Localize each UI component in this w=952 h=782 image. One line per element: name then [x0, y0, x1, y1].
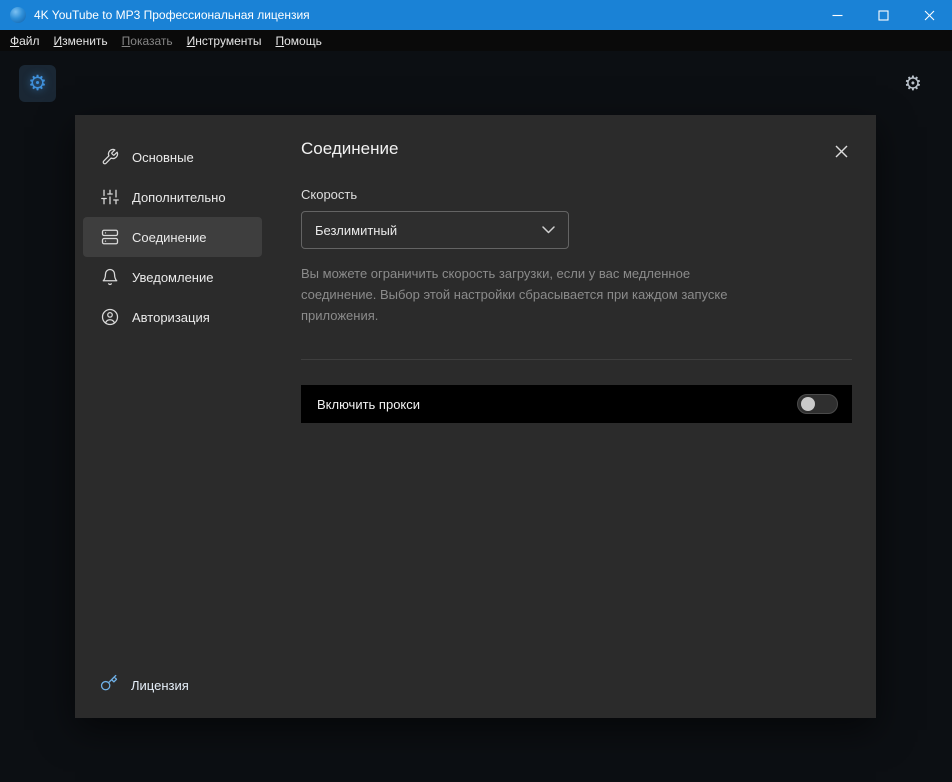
- dialog-close-button[interactable]: [832, 142, 850, 160]
- menu-help[interactable]: Помощь: [269, 32, 329, 50]
- menu-view: Показать: [115, 32, 180, 50]
- sidebar-label-advanced: Дополнительно: [132, 190, 226, 205]
- menu-edit[interactable]: Изменить: [47, 32, 115, 50]
- sidebar-label-license: Лицензия: [131, 678, 189, 693]
- app-logo: ⚙: [19, 65, 56, 102]
- close-icon: [924, 10, 935, 21]
- key-icon: [100, 674, 118, 697]
- settings-panel: Соединение Скорость Безлимитный Вы может…: [276, 115, 876, 718]
- titlebar[interactable]: 4K YouTube to MP3 Профессиональная лицен…: [0, 0, 952, 30]
- app-window: 4K YouTube to MP3 Профессиональная лицен…: [0, 0, 952, 782]
- app-logo-gear-icon: ⚙: [28, 73, 47, 94]
- close-button[interactable]: [906, 0, 952, 30]
- connection-icon: [100, 228, 119, 247]
- dialog-close-icon: [835, 145, 848, 158]
- window-controls: [814, 0, 952, 30]
- sidebar-item-general[interactable]: Основные: [83, 137, 262, 177]
- minimize-icon: [832, 10, 843, 21]
- chevron-down-icon: [542, 226, 555, 234]
- person-icon: [100, 308, 119, 327]
- proxy-toggle[interactable]: [797, 394, 838, 414]
- minimize-button[interactable]: [814, 0, 860, 30]
- settings-button[interactable]: ⚙: [899, 70, 927, 98]
- wrench-icon: [100, 148, 119, 167]
- section-divider: [301, 359, 852, 360]
- speed-label: Скорость: [301, 187, 852, 202]
- sliders-icon: [100, 188, 119, 207]
- menubar: Файл Изменить Показать Инструменты Помощ…: [0, 30, 952, 51]
- panel-header: Соединение: [301, 139, 852, 160]
- window-title: 4K YouTube to MP3 Профессиональная лицен…: [34, 8, 310, 22]
- menu-file[interactable]: Файл: [3, 32, 47, 50]
- menu-tools[interactable]: Инструменты: [180, 32, 269, 50]
- sidebar-label-notifications: Уведомление: [132, 270, 213, 285]
- proxy-row: Включить прокси: [301, 385, 852, 423]
- sidebar-label-connection: Соединение: [132, 230, 207, 245]
- sidebar-item-advanced[interactable]: Дополнительно: [83, 177, 262, 217]
- bell-icon: [100, 268, 119, 287]
- sidebar-item-license[interactable]: Лицензия: [83, 665, 189, 705]
- panel-title: Соединение: [301, 139, 398, 159]
- maximize-button[interactable]: [860, 0, 906, 30]
- maximize-icon: [878, 10, 889, 21]
- sidebar-label-authorization: Авторизация: [132, 310, 210, 325]
- sidebar-label-general: Основные: [132, 150, 194, 165]
- proxy-toggle-knob: [801, 397, 815, 411]
- app-icon: [10, 7, 26, 23]
- speed-description: Вы можете ограничить скорость загрузки, …: [301, 263, 751, 326]
- settings-dialog: Основные Дополнительно Соединение: [75, 115, 876, 718]
- speed-dropdown-value: Безлимитный: [315, 223, 542, 238]
- settings-sidebar: Основные Дополнительно Соединение: [75, 115, 276, 718]
- main-area: ⚙ ⚙ Основные Дополнительно: [0, 51, 952, 782]
- gear-icon: ⚙: [904, 74, 922, 94]
- proxy-label: Включить прокси: [317, 397, 797, 412]
- sidebar-item-authorization[interactable]: Авторизация: [83, 297, 262, 337]
- speed-dropdown[interactable]: Безлимитный: [301, 211, 569, 249]
- sidebar-item-notifications[interactable]: Уведомление: [83, 257, 262, 297]
- sidebar-item-connection[interactable]: Соединение: [83, 217, 262, 257]
